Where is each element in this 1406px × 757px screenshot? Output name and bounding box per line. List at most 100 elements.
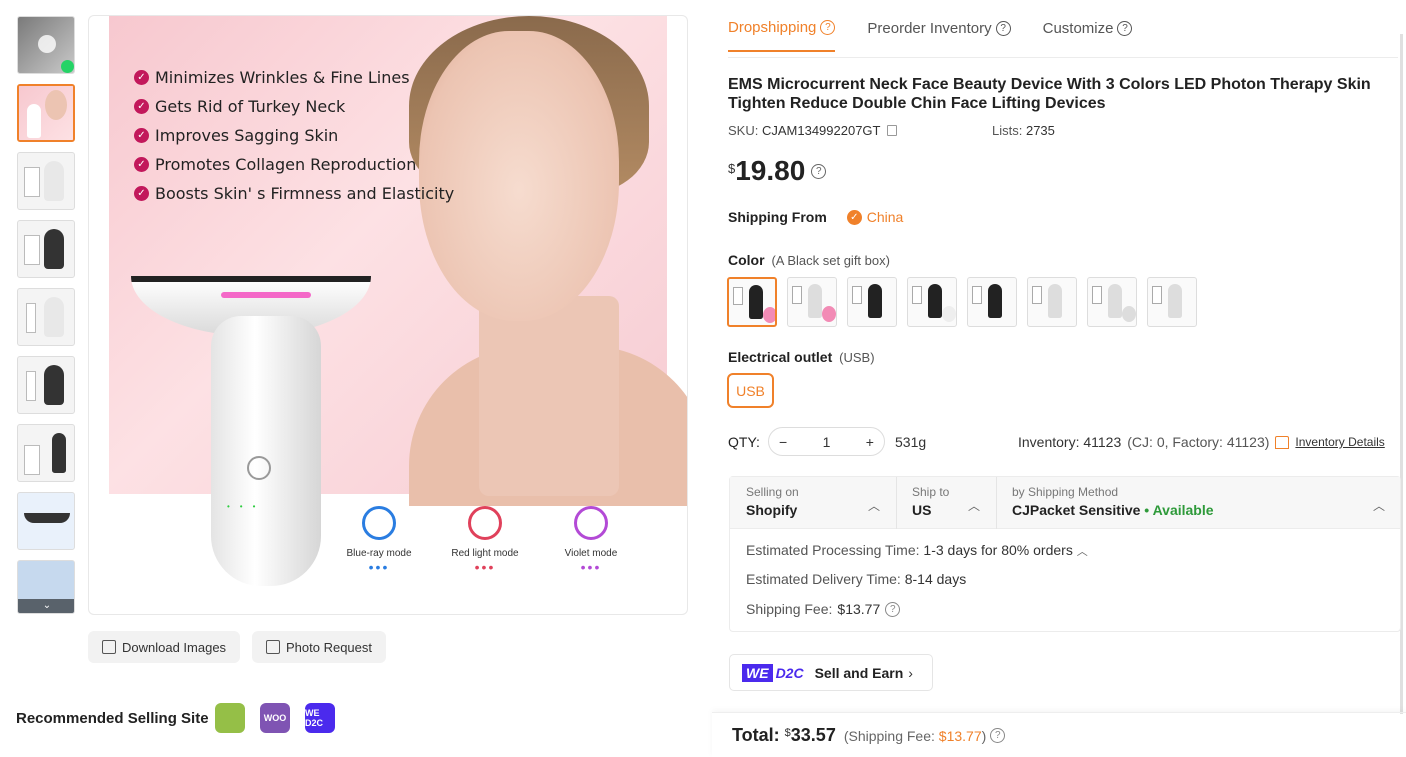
thumbnail[interactable] [17, 424, 75, 482]
download-images-label: Download Images [122, 639, 227, 655]
ship-to-label: Ship to [912, 485, 950, 499]
tab-bar: Dropshipping? Preorder Inventory? Customiz… [728, 15, 1164, 52]
selling-on-value: Shopify [746, 502, 798, 518]
help-icon[interactable]: ? [990, 728, 1006, 743]
selling-on-label: Selling on [746, 485, 799, 499]
fee-row: Shipping Fee: $13.77 ? [746, 601, 901, 617]
chevron-up-icon[interactable]: ︿ [1373, 497, 1385, 514]
help-icon[interactable]: ? [811, 164, 827, 179]
color-swatch[interactable] [847, 277, 897, 327]
fee-label: Shipping Fee: [746, 601, 833, 617]
delivery-row: Estimated Delivery Time: 8-14 days [746, 571, 966, 587]
sell-and-earn-button[interactable]: WE D2C Sell and Earn › [729, 654, 933, 691]
help-icon[interactable]: ? [1117, 21, 1133, 36]
shipping-header: Selling on Shopify ︿ Ship to US ︿ by Shi… [730, 477, 1400, 529]
device-illustration: ••• [131, 276, 371, 596]
fish-icon [574, 506, 608, 540]
price-value: 19.80 [735, 155, 806, 186]
recommended-sites: WOO WE D2C [215, 703, 335, 733]
photo-request-button[interactable]: Photo Request [252, 631, 387, 663]
inventory-value: Inventory: 41123 [1018, 434, 1122, 450]
weight: 531g [895, 434, 927, 450]
ship-to-select[interactable]: Ship to US [912, 485, 949, 518]
check-icon: ✓ [134, 157, 149, 172]
total-fee-value: $13.77 [938, 728, 982, 744]
thumbnail[interactable] [17, 220, 75, 278]
feature-text: Minimizes Wrinkles & Fine Lines [155, 68, 410, 87]
outlet-row: Electrical outlet (USB) [728, 349, 875, 365]
color-swatch[interactable] [787, 277, 837, 327]
shopify-icon[interactable] [215, 703, 245, 733]
tab-dropshipping[interactable]: Dropshipping? [728, 15, 836, 52]
total-bar: Total: $ 33.57 (Shipping Fee: $13.77) ? [712, 712, 1406, 757]
check-icon: ✓ [134, 70, 149, 85]
copy-icon[interactable] [886, 125, 897, 136]
help-icon[interactable]: ? [995, 21, 1011, 36]
delivery-label: Estimated Delivery Time: [746, 571, 901, 587]
selling-on-select[interactable]: Selling on Shopify [746, 485, 799, 518]
chevron-up-icon[interactable]: ︿ [1077, 546, 1088, 558]
quantity-stepper: − 1 + [768, 427, 885, 456]
color-swatch[interactable] [967, 277, 1017, 327]
color-swatch[interactable] [1087, 277, 1137, 327]
outlet-option-usb[interactable]: USB [727, 373, 774, 408]
chevron-up-icon[interactable]: ︿ [968, 497, 980, 514]
increment-button[interactable]: + [866, 434, 874, 450]
woo-icon[interactable]: WOO [260, 703, 290, 733]
method-label: by Shipping Method [1012, 485, 1119, 499]
image-face [419, 31, 619, 321]
outlet-label: Electrical outlet [728, 349, 833, 365]
thumbnail[interactable] [17, 492, 75, 550]
color-swatch[interactable] [1147, 277, 1197, 327]
scroll-down-button[interactable]: ⌄ [18, 599, 74, 613]
download-images-button[interactable]: Download Images [88, 631, 241, 663]
sku-value: CJAM134992207GT [761, 123, 881, 138]
thumbnail[interactable] [17, 152, 75, 210]
feature-text: Boosts Skin' s Firmness and Elasticity [155, 184, 455, 203]
total-row: Total: $ 33.57 (Shipping Fee: $13.77) ? [732, 725, 1006, 746]
shipping-panel: Selling on Shopify ︿ Ship to US ︿ by Shi… [729, 476, 1401, 632]
mode-label: Red light mode [451, 548, 519, 559]
help-icon[interactable]: ? [885, 601, 901, 617]
color-row: Color (A Black set gift box) [728, 252, 890, 268]
help-icon[interactable]: ? [820, 20, 836, 35]
lists-row: Lists: 2735 [992, 123, 1055, 138]
inventory-details-link[interactable]: Inventory Details [1295, 435, 1384, 449]
we-d2c-icon[interactable]: WE D2C [305, 703, 335, 733]
thumbnail-selected[interactable] [17, 84, 75, 142]
color-swatch[interactable] [727, 277, 777, 327]
chevron-up-icon[interactable]: ︿ [868, 497, 880, 514]
total-fee: (Shipping Fee: $13.77) [844, 728, 986, 744]
main-product-image: ✓ Minimizes Wrinkles & Fine Lines ✓ Gets Ri… [88, 15, 688, 615]
check-circle-icon: ✓ [846, 209, 862, 225]
total-amount: 33.57 [790, 725, 836, 745]
total-label: Total: [732, 725, 780, 745]
thumbnail[interactable]: ⌄ [17, 560, 75, 614]
sell-and-earn-label: Sell and Earn [814, 664, 904, 681]
download-icon [102, 640, 116, 654]
quantity-input[interactable]: 1 [823, 434, 831, 450]
check-icon: ✓ [134, 99, 149, 114]
color-swatch[interactable] [1027, 277, 1077, 327]
mode-item: Blue-ray mode ••• [329, 506, 429, 575]
ship-to-value: US [912, 502, 932, 518]
decrement-button[interactable]: − [779, 434, 787, 450]
thumbnail[interactable] [17, 356, 75, 414]
qty-label: QTY: [728, 434, 760, 450]
mode-item: Violet mode ••• [541, 506, 641, 575]
mode-label: Blue-ray mode [346, 548, 412, 559]
total-fee-prefix: (Shipping Fee: [843, 728, 935, 744]
availability-status: • Available [1144, 502, 1214, 518]
we-d2c-badge: WE D2C [742, 663, 804, 682]
video-thumbnail[interactable] [17, 16, 75, 74]
chevron-down-icon: ⌄ [42, 600, 52, 611]
thumbnail[interactable] [17, 288, 75, 346]
tab-preorder-inventory[interactable]: Preorder Inventory? [867, 15, 1011, 52]
color-swatch[interactable] [907, 277, 957, 327]
shipping-method-select[interactable]: by Shipping Method CJPacket Sensitive • … [1012, 485, 1214, 518]
tab-divider [728, 57, 1398, 58]
feature-text: Improves Sagging Skin [155, 126, 339, 145]
tab-customize[interactable]: Customize? [1043, 15, 1133, 52]
shipping-from-value: China [866, 209, 904, 225]
shipping-from-label: Shipping From [728, 209, 827, 225]
